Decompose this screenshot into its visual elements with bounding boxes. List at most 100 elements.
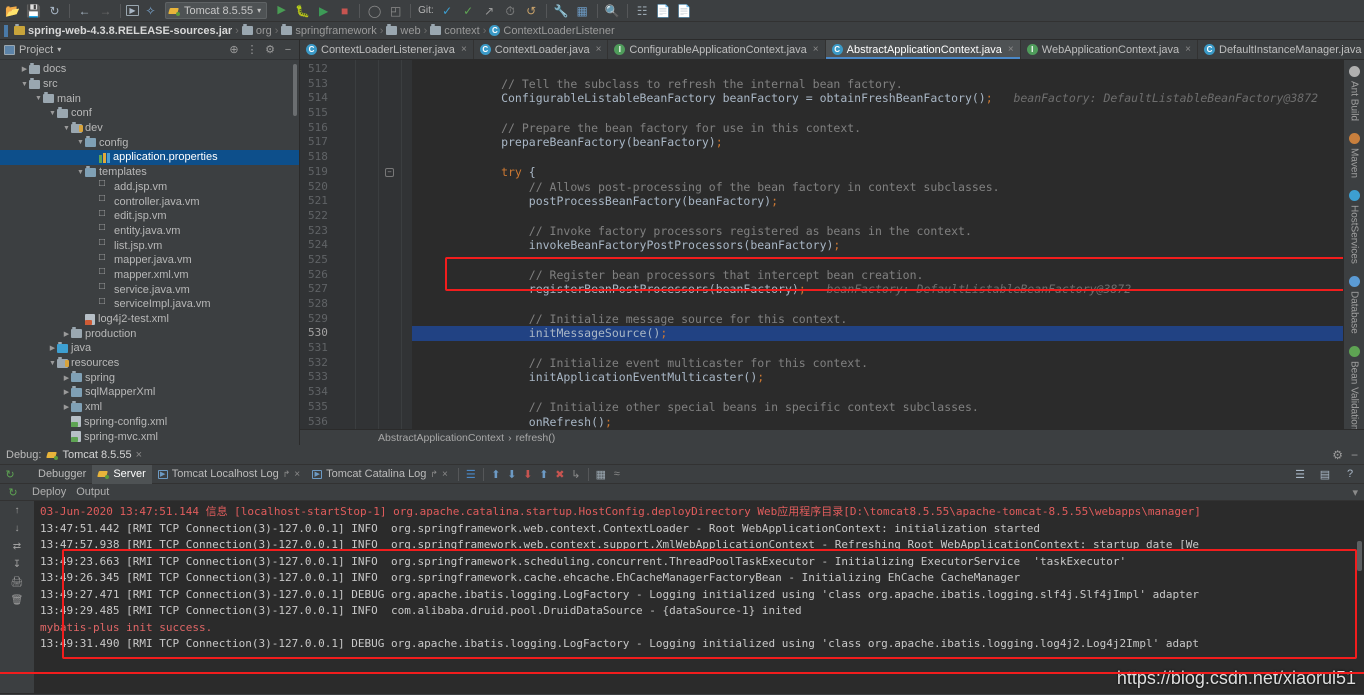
run-coverage-icon[interactable]: ▶	[314, 1, 333, 20]
evaluate-icon[interactable]: ▦	[593, 466, 609, 482]
soft-wrap-icon[interactable]: ⇄	[9, 539, 25, 554]
project-tree[interactable]: ▶ docs ▼ src ▼ main ▼ conf ▼ dev ▼ config applicatio…	[0, 60, 299, 445]
up-stack-icon[interactable]: ⬆	[488, 466, 504, 482]
chevron-right-icon[interactable]: ▶	[62, 330, 71, 338]
tree-item[interactable]: ▶ sqlMapperXml	[0, 385, 299, 400]
code-line[interactable]	[412, 253, 1352, 268]
chevron-right-icon[interactable]: ▶	[62, 388, 71, 396]
tree-item[interactable]: ▼ dev	[0, 121, 299, 136]
debug-tab[interactable]: ▶ Tomcat Catalina Log ↱ ×	[306, 465, 454, 484]
code-line[interactable]: // Prepare the bean factory for use in t…	[412, 121, 1352, 136]
chevron-down-icon[interactable]: ▼	[34, 95, 43, 102]
chevron-down-icon[interactable]: ▼	[62, 125, 71, 132]
code-line[interactable]: initApplicationEventMulticaster();	[412, 370, 1352, 385]
tree-item[interactable]: ▼ resources	[0, 356, 299, 371]
close-icon[interactable]: ×	[442, 469, 448, 480]
layout-icon[interactable]: ☰	[463, 466, 479, 482]
rerun-icon[interactable]: ↻	[2, 466, 18, 482]
profile-cpu-icon[interactable]: ◯	[365, 1, 384, 20]
scroll-to-end-icon[interactable]: ↧	[9, 557, 25, 572]
editor-line-number-gutter[interactable]: 512 513 514 515 516 517 518 519 − 520 521 522 523 524…	[300, 60, 412, 429]
code-line[interactable]: // Initialize message source for this co…	[412, 312, 1352, 327]
editor-tab[interactable]: C ContextLoaderListener.java ×	[300, 40, 474, 59]
editor-tab-bar[interactable]: C ContextLoaderListener.java × C ContextLoad…	[300, 40, 1364, 60]
tree-item[interactable]: ▶ java	[0, 341, 299, 356]
tree-item[interactable]: list.jsp.vm	[0, 237, 299, 253]
step-into-icon[interactable]: ⬇	[520, 466, 536, 482]
powerpoint-doc-icon[interactable]: 📄	[675, 1, 694, 20]
tree-item[interactable]: ▶ docs	[0, 62, 299, 77]
editor-tab[interactable]: C ContextLoader.java ×	[474, 40, 609, 59]
breadcrumb-item-web[interactable]: web	[386, 24, 421, 37]
subtab-deploy[interactable]: Deploy	[32, 486, 66, 498]
back-arrow-icon[interactable]: ←	[75, 1, 94, 20]
pin-icon[interactable]: ↱	[430, 469, 438, 480]
tree-item[interactable]: ▼ main	[0, 91, 299, 106]
debug-session-tab[interactable]: Tomcat 8.5.55 ×	[47, 449, 142, 461]
hide-minus-icon[interactable]: −	[1351, 448, 1358, 462]
right-rail-tab[interactable]: Bean Validation	[1348, 340, 1360, 429]
tree-item[interactable]: ▼ config	[0, 135, 299, 150]
build-hammer-icon[interactable]: ✧	[141, 1, 160, 20]
forward-arrow-icon[interactable]: →	[96, 1, 115, 20]
sync-icon[interactable]: ↻	[45, 1, 64, 20]
force-step-icon[interactable]: ✖	[552, 466, 568, 482]
tree-item[interactable]: spring-mvc.xml	[0, 429, 299, 444]
profile-memory-icon[interactable]: ◰	[386, 1, 405, 20]
project-tree-scrollbar[interactable]	[293, 64, 297, 116]
tree-item[interactable]: add.jsp.vm	[0, 178, 299, 195]
code-line[interactable]	[412, 106, 1352, 121]
pin-icon[interactable]: ↱	[283, 469, 291, 480]
wrench-icon[interactable]: 🔧	[552, 1, 571, 20]
settings-gear-icon[interactable]: ⚙	[1332, 448, 1343, 462]
update-project-icon[interactable]: ✓	[438, 1, 457, 20]
run-icon[interactable]: ▶	[272, 1, 291, 20]
chevron-down-icon[interactable]: ▾	[57, 45, 61, 54]
tree-item[interactable]: serviceImpl.java.vm	[0, 296, 299, 312]
code-fold-icon[interactable]: −	[385, 167, 394, 177]
right-rail-tab[interactable]: Maven	[1348, 127, 1360, 184]
editor-code-area[interactable]: // Tell the subclass to refresh the inte…	[412, 60, 1352, 429]
close-icon[interactable]: ×	[1185, 44, 1191, 55]
editor-tab[interactable]: CDefaultInstanceManager.java×	[1198, 40, 1364, 59]
run-to-cursor-icon[interactable]: ↳	[568, 466, 584, 482]
tree-item[interactable]: ▼ src	[0, 77, 299, 92]
database-sync-icon[interactable]: ☷	[633, 1, 652, 20]
code-line[interactable]: postProcessBeanFactory(beanFactory);	[412, 194, 1352, 209]
step-out-icon[interactable]: ⬆	[536, 466, 552, 482]
code-line[interactable]: registerBeanPostProcessors(beanFactory);…	[412, 282, 1352, 297]
rollback-icon[interactable]: ↺	[522, 1, 541, 20]
code-line[interactable]	[412, 209, 1352, 224]
debug-tab[interactable]: Server	[92, 464, 152, 484]
breadcrumb-item-context[interactable]: context	[430, 24, 480, 37]
chevron-right-icon[interactable]: ▶	[20, 65, 29, 73]
chevron-right-icon[interactable]: ▶	[62, 374, 71, 382]
code-line[interactable]: // Tell the subclass to refresh the inte…	[412, 77, 1352, 92]
tree-item[interactable]: mapper.java.vm	[0, 252, 299, 268]
code-line[interactable]	[412, 150, 1352, 165]
code-line[interactable]: invokeBeanFactoryPostProcessors(beanFact…	[412, 238, 1352, 253]
editor-tab[interactable]: I WebApplicationContext.java ×	[1021, 40, 1198, 59]
settings-gear-icon[interactable]: ⚙	[263, 43, 277, 56]
editor-tab[interactable]: C AbstractApplicationContext.java ×	[825, 40, 1021, 59]
debug-tab[interactable]: ▶ Tomcat Localhost Log ↱ ×	[152, 465, 306, 484]
code-line[interactable]: // Allows post-processing of the bean fa…	[412, 180, 1352, 195]
code-line[interactable]: try {	[412, 165, 1352, 180]
tree-item[interactable]: ▼ conf	[0, 106, 299, 121]
tree-item[interactable]: edit.jsp.vm	[0, 208, 299, 224]
chevron-right-icon[interactable]: ▶	[48, 344, 57, 352]
code-line[interactable]: // Invoke factory processors registered …	[412, 224, 1352, 239]
project-panel-title[interactable]: Project ▾	[4, 44, 223, 56]
run-config-icon[interactable]: ▶	[126, 5, 139, 16]
right-rail-tab[interactable]: HostServices	[1348, 184, 1360, 270]
close-icon[interactable]: ×	[294, 469, 300, 480]
chevron-down-icon[interactable]: ▼	[48, 110, 57, 117]
right-rail-tab[interactable]: Database	[1348, 270, 1360, 340]
run-configuration-selector[interactable]: Tomcat 8.5.55 ▾	[165, 2, 268, 19]
tree-item[interactable]: mapper.xml.vm	[0, 266, 299, 283]
chevron-down-icon[interactable]: ▾	[1352, 486, 1364, 499]
push-icon[interactable]: ↗	[480, 1, 499, 20]
code-line[interactable]	[412, 297, 1352, 312]
code-line[interactable]: // Initialize other special beans in spe…	[412, 400, 1352, 415]
close-icon[interactable]: ×	[596, 44, 602, 55]
